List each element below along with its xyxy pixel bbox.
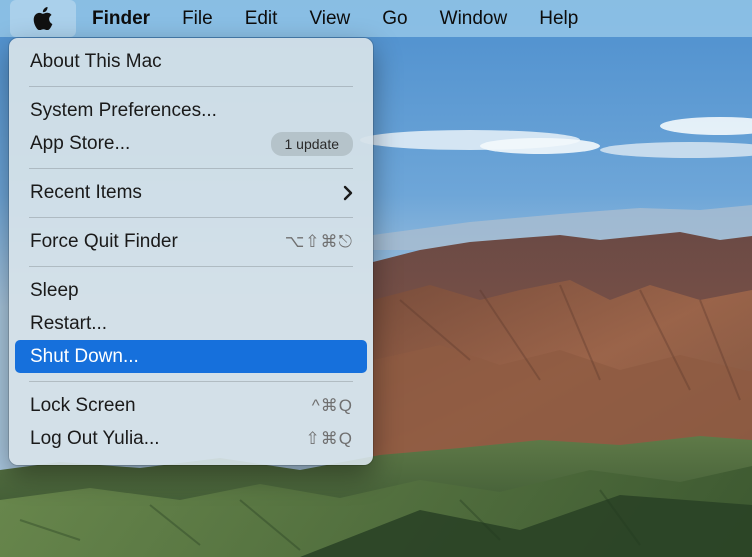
menu-item-shut-down[interactable]: Shut Down... [15, 340, 367, 373]
menubar-item-go[interactable]: Go [366, 0, 423, 37]
menu-item-system-preferences[interactable]: System Preferences... [15, 94, 367, 127]
menu-item-label: Restart... [30, 312, 108, 334]
menu-item-label: Lock Screen [30, 394, 136, 416]
menu-item-force-quit[interactable]: Force Quit Finder ⌥⇧⌘⎋ [15, 225, 367, 258]
menubar-item-window[interactable]: Window [424, 0, 524, 37]
menu-item-about-this-mac[interactable]: About This Mac [15, 45, 367, 78]
menu-separator [29, 217, 353, 218]
menu-item-log-out[interactable]: Log Out Yulia... ⇧⌘Q [15, 422, 367, 455]
menubar-item-finder[interactable]: Finder [76, 0, 166, 37]
menu-separator [29, 266, 353, 267]
update-badge: 1 update [270, 131, 353, 156]
chevron-right-icon [343, 185, 353, 200]
keyboard-shortcut: ^⌘Q [311, 395, 353, 415]
menubar-item-help[interactable]: Help [523, 0, 594, 37]
menu-bar: Finder File Edit View Go Window Help [0, 0, 752, 37]
menu-item-label: Recent Items [30, 181, 142, 203]
menu-item-label: System Preferences... [30, 99, 217, 121]
menu-separator [29, 381, 353, 382]
menu-item-app-store[interactable]: App Store... 1 update [15, 127, 367, 160]
apple-menu-button[interactable] [10, 0, 76, 37]
keyboard-shortcut: ⇧⌘Q [305, 428, 353, 448]
menu-item-label: About This Mac [30, 50, 162, 72]
menu-separator [29, 168, 353, 169]
menu-item-label: Log Out Yulia... [30, 427, 160, 449]
menu-item-sleep[interactable]: Sleep [15, 274, 367, 307]
menu-item-label: Sleep [30, 279, 79, 301]
menu-item-label: Shut Down... [30, 345, 139, 367]
menu-item-recent-items[interactable]: Recent Items [15, 176, 367, 209]
menu-separator [29, 86, 353, 87]
menu-item-label: App Store... [30, 132, 131, 154]
menubar-item-file[interactable]: File [166, 0, 229, 37]
apple-menu-dropdown: About This Mac System Preferences... App… [9, 38, 373, 465]
menubar-item-view[interactable]: View [293, 0, 366, 37]
menu-item-restart[interactable]: Restart... [15, 307, 367, 340]
desktop: Finder File Edit View Go Window Help Abo… [0, 0, 752, 557]
menu-item-label: Force Quit Finder [30, 230, 178, 252]
apple-logo-icon [33, 7, 53, 30]
menubar-item-edit[interactable]: Edit [229, 0, 294, 37]
keyboard-shortcut: ⌥⇧⌘⎋ [284, 231, 353, 251]
menu-item-lock-screen[interactable]: Lock Screen ^⌘Q [15, 389, 367, 422]
